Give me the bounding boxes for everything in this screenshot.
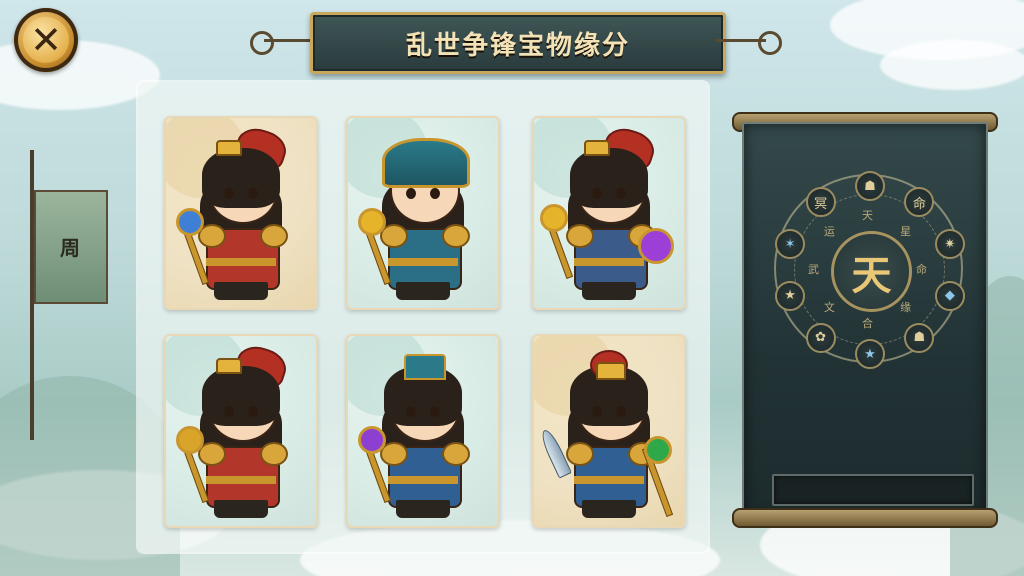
scroll-bottom-rod [732,508,998,528]
war-banner-text: 周 [60,236,80,260]
hero-card-4[interactable] [164,334,318,528]
fate-node[interactable]: ◆ [934,280,965,311]
fate-node[interactable]: ✷ [934,229,965,260]
page-title: 乱世争锋宝物缘分 [405,30,630,61]
fate-input-field[interactable] [772,474,974,506]
hero-figure [534,118,684,308]
fate-node[interactable]: ☗ [904,322,935,353]
fate-inner-mark: 天 [862,209,873,222]
fate-node[interactable]: ★ [775,280,806,311]
fate-node[interactable]: ★ [855,339,885,369]
close-button[interactable]: ✕ [14,8,78,72]
fate-node[interactable]: ✿ [805,322,836,353]
close-icon: ✕ [23,17,69,63]
fate-inner-mark: 合 [862,317,873,330]
hero-card-5[interactable] [346,334,500,528]
title-banner: 乱世争锋宝物缘分 [250,12,782,74]
scroll-body: 天 ☗ 命 ✷ ◆ ☗ ★ ✿ ★ ✶ 冥 天星命缘合文武运 [742,122,988,518]
fate-node[interactable]: 冥 [805,187,836,218]
hero-card-2[interactable] [346,116,500,310]
cloud [880,40,1024,90]
fate-inner-mark: 缘 [900,301,912,315]
hero-figure [348,336,498,526]
fate-node[interactable]: ✶ [775,229,806,260]
fate-node[interactable]: 命 [904,187,935,218]
fate-inner-mark: 星 [900,224,912,238]
hero-card-1[interactable] [164,116,318,310]
treasure-collection-panel [138,82,708,552]
fate-inner-mark: 命 [916,263,927,276]
hero-figure [166,118,316,308]
fate-inner-mark: 武 [808,263,819,276]
hero-card-3[interactable] [532,116,686,310]
hero-figure [166,336,316,526]
hero-card-6[interactable] [532,334,686,528]
fate-wheel: 天 ☗ 命 ✷ ◆ ☗ ★ ✿ ★ ✶ 冥 天星命缘合文武运 [774,171,965,369]
war-banner: 周 [34,190,108,304]
wheel-center-glyph: 天 [851,251,892,299]
fate-node[interactable]: ☗ [855,171,885,201]
fate-inner-mark: 文 [823,301,835,315]
hero-figure [534,336,684,526]
fate-inner-mark: 运 [823,224,835,238]
fate-scroll: 天 ☗ 命 ✷ ◆ ☗ ★ ✿ ★ ✶ 冥 天星命缘合文武运 [732,112,998,528]
title-right-ornament [710,31,782,55]
hero-figure [348,118,498,308]
title-plaque: 乱世争锋宝物缘分 [310,12,726,74]
